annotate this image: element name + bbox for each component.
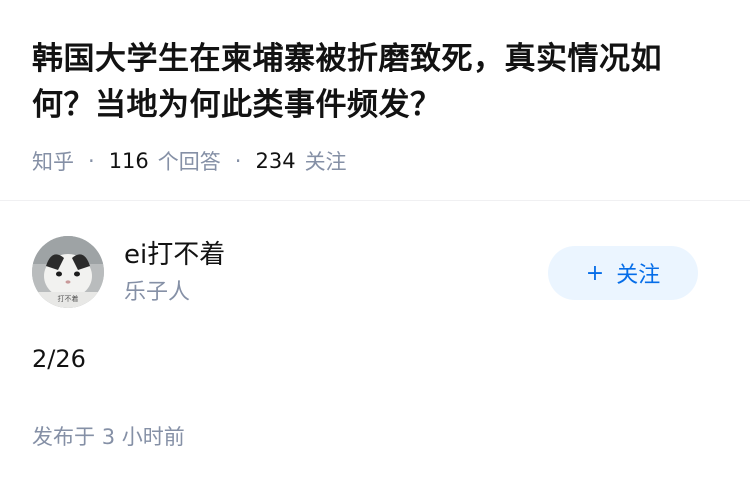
plus-icon: +: [585, 260, 605, 286]
cat-avatar-image: 打不着: [32, 236, 104, 308]
meta-separator: ·: [234, 149, 242, 173]
question-meta: 知乎 · 116 个回答 · 234 关注: [32, 146, 347, 176]
question-title[interactable]: 韩国大学生在柬埔寨被折磨致死，真实情况如何？当地为何此类事件频发？: [32, 36, 722, 128]
answer-content: 2/26: [32, 345, 86, 373]
divider: [0, 200, 750, 201]
answer-count-label[interactable]: 个回答: [158, 146, 221, 176]
publish-info: 发布于 3 小时前: [32, 422, 185, 452]
follower-count: 234: [255, 149, 296, 173]
avatar[interactable]: 打不着: [32, 236, 104, 308]
author-bio: 乐子人: [124, 280, 191, 305]
source-label[interactable]: 知乎: [32, 146, 74, 176]
published-time: 3 小时前: [101, 425, 185, 449]
answer-count: 116: [108, 149, 149, 173]
follower-count-label[interactable]: 关注: [305, 146, 347, 176]
follow-button[interactable]: + 关注: [548, 246, 698, 300]
author-name[interactable]: ei打不着: [124, 238, 225, 272]
avatar-caption: 打不着: [58, 294, 79, 303]
meta-separator: ·: [88, 149, 95, 173]
published-label: 发布于: [32, 425, 95, 449]
follow-button-label: 关注: [616, 263, 661, 288]
answer-page: 韩国大学生在柬埔寨被折磨致死，真实情况如何？当地为何此类事件频发？ 知乎 · 1…: [0, 0, 750, 490]
